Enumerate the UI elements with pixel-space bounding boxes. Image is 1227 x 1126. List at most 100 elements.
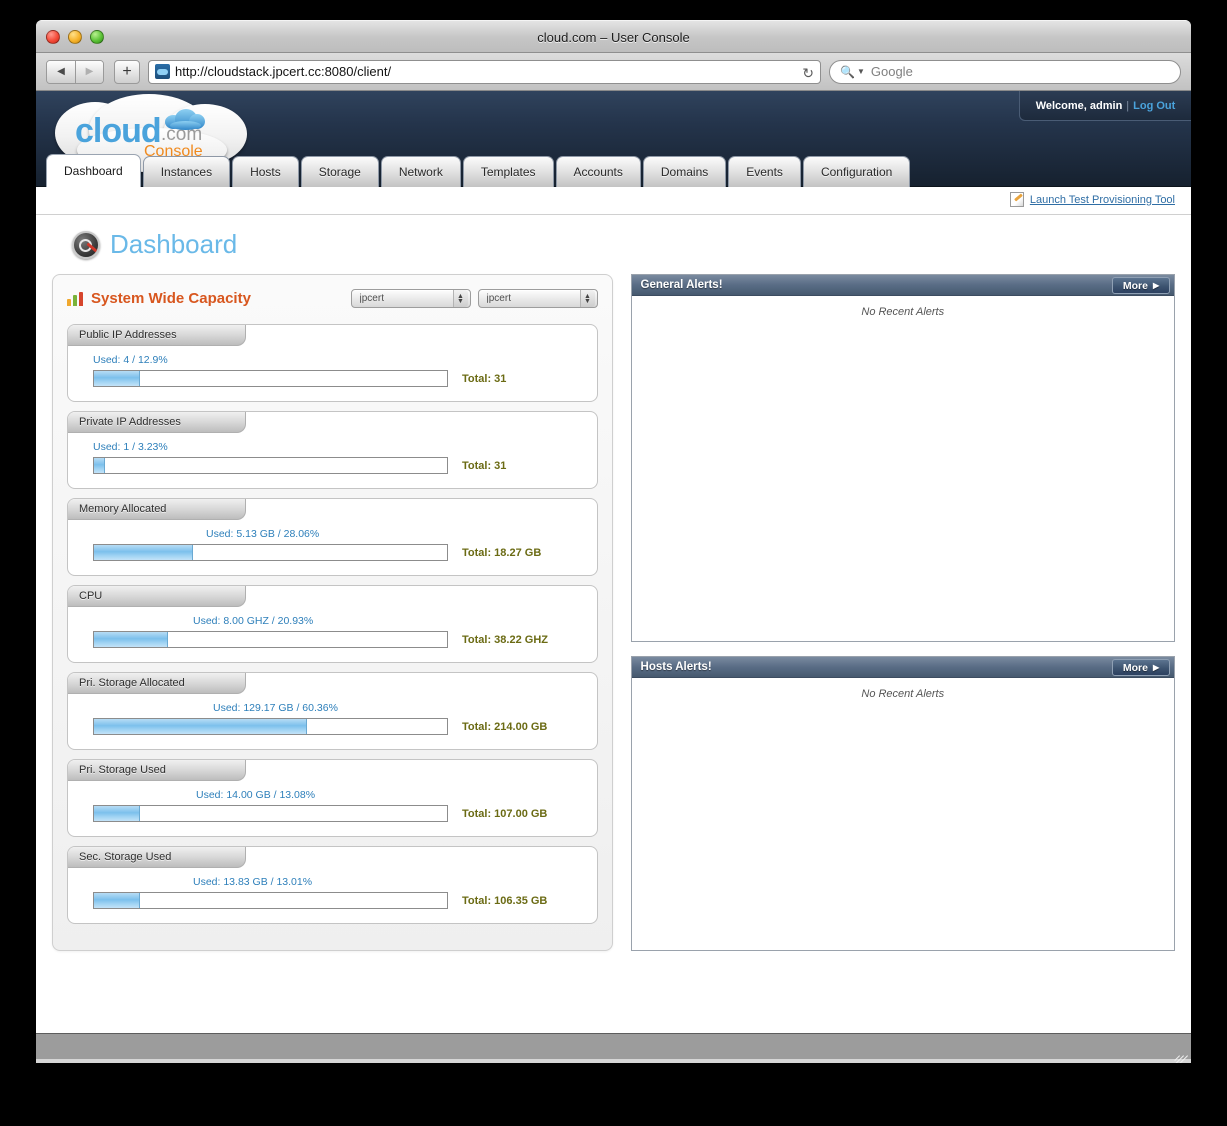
capacity-card: Public IP Addresses Used: 4 / 12.9% Tota… bbox=[67, 324, 598, 402]
address-bar[interactable]: http://cloudstack.jpcert.cc:8080/client/… bbox=[148, 59, 821, 84]
general-alerts-more-button[interactable]: More ▶ bbox=[1112, 277, 1170, 294]
capacity-used-label: Used: 1 / 3.23% bbox=[93, 441, 168, 453]
search-bar[interactable]: 🔍 ▼ Google bbox=[829, 59, 1181, 84]
forward-button[interactable]: ▶ bbox=[75, 60, 103, 83]
more-label: More bbox=[1122, 279, 1148, 292]
dashboard-icon bbox=[72, 230, 100, 259]
hosts-alerts-panel: Hosts Alerts! More ▶ No Recent Alerts bbox=[630, 656, 1175, 951]
tab-configuration[interactable]: Configuration bbox=[802, 156, 911, 187]
capacity-progress-bar bbox=[93, 718, 448, 735]
tab-hosts[interactable]: Hosts bbox=[232, 156, 299, 187]
tab-storage[interactable]: Storage bbox=[300, 156, 379, 187]
hosts-alerts-title: Hosts Alerts! bbox=[640, 661, 712, 673]
general-alerts-panel: General Alerts! More ▶ No Recent Alerts bbox=[630, 274, 1175, 642]
capacity-card: Private IP Addresses Used: 1 / 3.23% Tot… bbox=[67, 411, 598, 489]
tab-dashboard[interactable]: Dashboard bbox=[46, 154, 141, 187]
tab-templates[interactable]: Templates bbox=[462, 156, 554, 187]
tab-domains[interactable]: Domains bbox=[642, 156, 727, 187]
capacity-total-label: Total: 214.00 GB bbox=[462, 720, 548, 733]
capacity-total-label: Total: 18.27 GB bbox=[462, 546, 542, 559]
browser-window: cloud.com – User Console ◀ ▶ + http://cl… bbox=[36, 20, 1191, 1063]
capacity-progress-bar bbox=[93, 544, 448, 561]
launch-provisioning-tool-link[interactable]: Launch Test Provisioning Tool bbox=[1030, 194, 1175, 206]
general-alerts-header: General Alerts! More ▶ bbox=[631, 275, 1174, 296]
capacity-used-label: Used: 8.00 GHZ / 20.93% bbox=[193, 615, 314, 627]
page-title-row: Dashboard bbox=[72, 229, 1175, 260]
pencil-icon bbox=[1009, 192, 1024, 207]
browser-toolbar: ◀ ▶ + http://cloudstack.jpcert.cc:8080/c… bbox=[36, 53, 1191, 91]
capacity-progress-bar bbox=[93, 892, 448, 909]
capacity-progress-bar bbox=[93, 631, 448, 648]
main-content: Dashboard System Wide Capacity jpcert ▲ ▼… bbox=[36, 215, 1191, 1032]
window-titlebar: cloud.com – User Console bbox=[36, 20, 1191, 53]
capacity-total-label: Total: 31 bbox=[462, 459, 507, 472]
back-button[interactable]: ◀ bbox=[47, 60, 75, 83]
capacity-progress-bar bbox=[93, 805, 448, 822]
pod-select-value: jpcert bbox=[486, 293, 511, 304]
capacity-used-label: Used: 5.13 GB / 28.06% bbox=[206, 528, 320, 540]
capacity-total-label: Total: 31 bbox=[462, 372, 507, 385]
capacity-card: Pri. Storage Allocated Used: 129.17 GB /… bbox=[67, 672, 598, 750]
capacity-total-label: Total: 106.35 GB bbox=[462, 894, 548, 907]
cloud-icon bbox=[163, 106, 207, 130]
hosts-alerts-more-button[interactable]: More ▶ bbox=[1112, 659, 1170, 676]
logout-link[interactable]: Log Out bbox=[1133, 100, 1175, 112]
reload-icon[interactable]: ↻ bbox=[802, 64, 814, 82]
search-placeholder: Google bbox=[870, 64, 913, 79]
resize-grip-icon[interactable] bbox=[1174, 1043, 1188, 1063]
dashboard-columns: System Wide Capacity jpcert ▲ ▼ jpcert ▲ ▼… bbox=[52, 274, 1175, 951]
capacity-used-label: Used: 4 / 12.9% bbox=[93, 354, 168, 366]
sub-toolbar: Launch Test Provisioning Tool bbox=[36, 187, 1191, 215]
alerts-column: General Alerts! More ▶ No Recent Alerts bbox=[630, 274, 1175, 951]
bar-chart-icon bbox=[67, 291, 83, 306]
site-favicon-icon bbox=[155, 64, 170, 79]
capacity-total-label: Total: 107.00 GB bbox=[462, 807, 548, 820]
capacity-card: CPU Used: 8.00 GHZ / 20.93% Total: 38.22… bbox=[67, 585, 598, 663]
capacity-card-label: Pri. Storage Used bbox=[68, 760, 246, 781]
stepper-arrows-icon: ▲ ▼ bbox=[579, 290, 595, 307]
hosts-alerts-body: No Recent Alerts bbox=[631, 678, 1174, 950]
general-alerts-body: No Recent Alerts bbox=[631, 296, 1174, 641]
general-alerts-empty-text: No Recent Alerts bbox=[861, 306, 945, 318]
page-title: Dashboard bbox=[110, 229, 238, 259]
welcome-text: Welcome, admin bbox=[1035, 99, 1123, 112]
capacity-card: Pri. Storage Used Used: 14.00 GB / 13.08… bbox=[67, 759, 598, 837]
capacity-card-label: Public IP Addresses bbox=[68, 325, 246, 346]
page-viewport: cloud .com Console Welcome, admin | Log … bbox=[36, 91, 1191, 1033]
pod-select[interactable]: jpcert ▲ ▼ bbox=[477, 289, 598, 308]
capacity-total-label: Total: 38.22 GHZ bbox=[462, 633, 548, 646]
system-wide-capacity-panel: System Wide Capacity jpcert ▲ ▼ jpcert ▲ ▼… bbox=[52, 274, 613, 951]
app-header: cloud .com Console Welcome, admin | Log … bbox=[36, 91, 1191, 187]
capacity-used-label: Used: 14.00 GB / 13.08% bbox=[196, 789, 316, 801]
capacity-used-label: Used: 129.17 GB / 60.36% bbox=[213, 702, 338, 714]
tab-events[interactable]: Events bbox=[728, 156, 801, 187]
capacity-panel-title: System Wide Capacity bbox=[91, 290, 251, 307]
tab-network[interactable]: Network bbox=[380, 156, 461, 187]
stepper-arrows-icon: ▲ ▼ bbox=[452, 290, 468, 307]
capacity-used-label: Used: 13.83 GB / 13.01% bbox=[193, 876, 313, 888]
url-text: http://cloudstack.jpcert.cc:8080/client/ bbox=[175, 64, 392, 79]
zone-select[interactable]: jpcert ▲ ▼ bbox=[350, 289, 471, 308]
tab-accounts[interactable]: Accounts bbox=[555, 156, 641, 187]
chevron-down-icon[interactable]: ▼ bbox=[857, 67, 865, 76]
capacity-progress-bar bbox=[93, 457, 448, 474]
nav-buttons-group: ◀ ▶ bbox=[46, 59, 104, 84]
capacity-card: Memory Allocated Used: 5.13 GB / 28.06% … bbox=[67, 498, 598, 576]
capacity-card-label: Pri. Storage Allocated bbox=[68, 673, 246, 694]
welcome-box: Welcome, admin | Log Out bbox=[1019, 91, 1191, 121]
capacity-card-label: Memory Allocated bbox=[68, 499, 246, 520]
capacity-progress-bar bbox=[93, 370, 448, 387]
search-icon: 🔍 bbox=[840, 64, 855, 79]
more-label: More bbox=[1122, 661, 1148, 674]
general-alerts-title: General Alerts! bbox=[640, 279, 723, 291]
capacity-card-label: CPU bbox=[68, 586, 246, 607]
hosts-alerts-header: Hosts Alerts! More ▶ bbox=[631, 657, 1174, 678]
provisioning-tool-row: Launch Test Provisioning Tool bbox=[1009, 192, 1175, 207]
capacity-card: Sec. Storage Used Used: 13.83 GB / 13.01… bbox=[67, 846, 598, 924]
chevron-right-icon: ▶ bbox=[1152, 281, 1160, 290]
new-tab-button[interactable]: + bbox=[114, 59, 140, 84]
zone-select-value: jpcert bbox=[359, 293, 384, 304]
capacity-panel-header: System Wide Capacity jpcert ▲ ▼ jpcert ▲ ▼ bbox=[67, 289, 598, 308]
capacity-card-label: Private IP Addresses bbox=[68, 412, 246, 433]
chevron-right-icon: ▶ bbox=[1152, 663, 1160, 672]
